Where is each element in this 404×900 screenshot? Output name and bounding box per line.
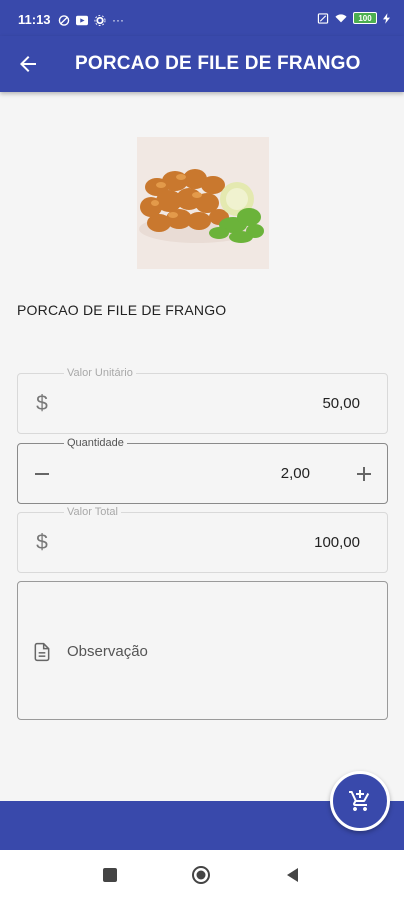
sim-icon xyxy=(317,12,329,24)
back-arrow-icon[interactable] xyxy=(16,52,40,76)
page-title: PORCAO DE FILE DE FRANGO xyxy=(75,53,361,74)
product-image xyxy=(137,137,269,269)
status-bar: 11:13 ··· 100 xyxy=(0,0,404,36)
document-icon xyxy=(34,642,50,662)
quantity-label: Quantidade xyxy=(64,437,127,449)
back-icon[interactable] xyxy=(283,865,303,885)
charging-icon xyxy=(383,12,390,24)
system-nav-bar xyxy=(0,850,404,900)
unit-price-field: Valor Unitário $ 50,00 xyxy=(17,367,388,434)
quantity-stepper[interactable]: Quantidade 2,00 xyxy=(17,437,388,504)
dollar-icon: $ xyxy=(36,531,48,554)
product-name: PORCAO DE FILE DE FRANGO xyxy=(17,302,227,318)
home-icon[interactable] xyxy=(191,865,211,885)
total-label: Valor Total xyxy=(64,506,121,518)
no-disturb-icon xyxy=(58,14,70,26)
observation-placeholder: Observação xyxy=(67,643,148,660)
add-to-cart-icon xyxy=(349,790,370,811)
status-left-icons: ··· xyxy=(58,13,124,27)
status-right-icons: 100 xyxy=(317,12,390,24)
unit-price-value: 50,00 xyxy=(322,395,360,412)
app-bar: PORCAO DE FILE DE FRANGO xyxy=(0,36,404,92)
total-value: 100,00 xyxy=(314,534,360,551)
settings-icon xyxy=(94,14,106,26)
battery-icon: 100 xyxy=(353,12,377,24)
youtube-icon xyxy=(76,15,88,25)
plus-icon[interactable] xyxy=(352,462,376,486)
dollar-icon: $ xyxy=(36,392,48,415)
fried-chicken-image xyxy=(137,137,269,269)
add-to-cart-button[interactable] xyxy=(330,771,390,831)
more-icon: ··· xyxy=(112,13,124,27)
total-field: Valor Total $ 100,00 xyxy=(17,506,388,573)
observation-field[interactable]: Observação xyxy=(17,581,388,720)
recents-icon[interactable] xyxy=(100,865,120,885)
unit-price-label: Valor Unitário xyxy=(64,367,136,379)
minus-icon[interactable] xyxy=(30,462,54,486)
quantity-value[interactable]: 2,00 xyxy=(281,465,310,482)
status-time: 11:13 xyxy=(18,12,51,27)
wifi-icon xyxy=(335,13,347,22)
